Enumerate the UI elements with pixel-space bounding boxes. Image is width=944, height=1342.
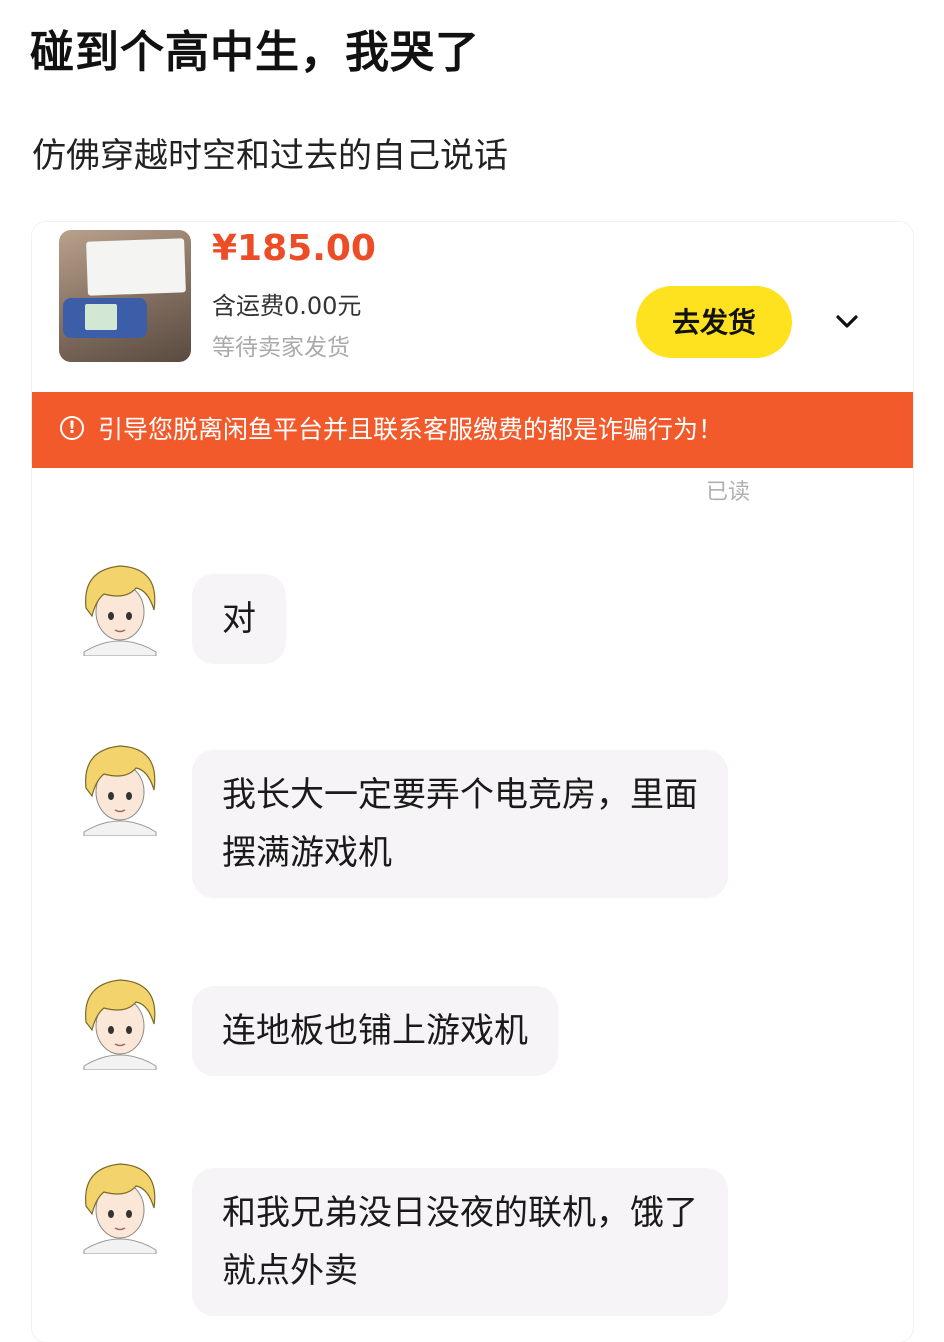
message-bubble: 连地板也铺上游戏机 bbox=[192, 986, 558, 1076]
post-title: 碰到个高中生，我哭了 bbox=[30, 27, 480, 78]
thumb-packaging bbox=[86, 238, 186, 296]
post-subtitle: 仿佛穿越时空和过去的自己说话 bbox=[32, 136, 508, 176]
message-line: 摆满游戏机 bbox=[222, 833, 392, 873]
product-thumbnail[interactable] bbox=[59, 230, 191, 362]
fraud-warning-bar: ! 引导您脱离闲鱼平台并且联系客服缴费的都是诈骗行为！ bbox=[32, 392, 913, 468]
order-header: ¥185.00 含运费0.00元 等待卖家发货 去发货 bbox=[32, 222, 913, 392]
message-bubble: 我长大一定要弄个电竞房，里面 摆满游戏机 bbox=[192, 750, 728, 898]
thumb-console-screen bbox=[85, 304, 117, 330]
message-line: 和我兄弟没日没夜的联机，饿了 bbox=[222, 1193, 698, 1233]
chat-screenshot: ¥185.00 含运费0.00元 等待卖家发货 去发货 ! 引导您脱离闲鱼平台并… bbox=[32, 222, 913, 1342]
order-status: 等待卖家发货 bbox=[212, 335, 350, 361]
read-receipt: 已读 bbox=[706, 480, 751, 505]
warning-text: 引导您脱离闲鱼平台并且联系客服缴费的都是诈骗行为！ bbox=[98, 415, 724, 444]
shipping-fee: 含运费0.00元 bbox=[212, 292, 362, 320]
message-line: 就点外卖 bbox=[222, 1251, 358, 1291]
message-line: 连地板也铺上游戏机 bbox=[222, 1011, 528, 1051]
message-line: 我长大一定要弄个电竞房，里面 bbox=[222, 775, 698, 815]
avatar[interactable] bbox=[74, 560, 166, 656]
message-line: 对 bbox=[222, 599, 256, 639]
avatar[interactable] bbox=[74, 974, 166, 1070]
info-circle-icon: ! bbox=[60, 416, 84, 440]
chevron-down-icon[interactable] bbox=[834, 308, 860, 334]
order-price: ¥185.00 bbox=[212, 228, 376, 269]
message-bubble: 对 bbox=[192, 574, 286, 664]
avatar[interactable] bbox=[74, 1158, 166, 1254]
avatar[interactable] bbox=[74, 740, 166, 836]
message-bubble: 和我兄弟没日没夜的联机，饿了 就点外卖 bbox=[192, 1168, 728, 1316]
ship-button[interactable]: 去发货 bbox=[636, 286, 792, 358]
